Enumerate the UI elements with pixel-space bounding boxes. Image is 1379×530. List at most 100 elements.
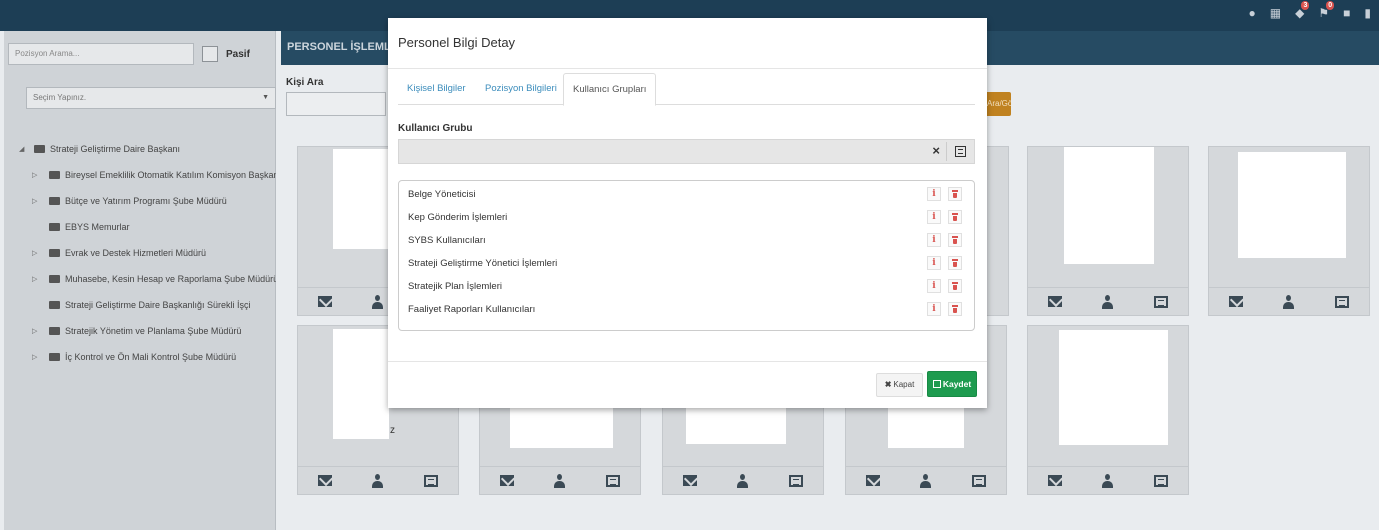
info-icon[interactable]: i: [927, 210, 941, 224]
user-group-list: Belge Yöneticisi i Kep Gönderim İşlemler…: [398, 180, 975, 331]
trash-icon[interactable]: [948, 302, 962, 316]
save-button-label: Kaydet: [942, 379, 972, 389]
redacted-photo: [333, 149, 389, 249]
tree-item-label: Stratejik Yönetim ve Planlama Şube Müdür…: [65, 326, 242, 336]
tree-item-label: Strateji Geliştirme Daire Başkanı: [50, 144, 181, 154]
tree-item-root[interactable]: ◢ Strateji Geliştirme Daire Başkanı: [4, 136, 276, 162]
tree-item[interactable]: ▷ Bütçe ve Yatırım Programı Şube Müdürü: [4, 188, 276, 214]
pasif-checkbox[interactable]: [202, 46, 218, 62]
mail-icon[interactable]: [1229, 296, 1244, 307]
personnel-card[interactable]: [1027, 325, 1189, 495]
comments-icon[interactable]: ◆ 3: [1295, 1, 1310, 20]
stray-text: z: [390, 425, 395, 436]
list-icon[interactable]: [955, 146, 966, 157]
tree-item-label: Bütçe ve Yatırım Programı Şube Müdürü: [65, 196, 227, 206]
more-icon[interactable]: ▮: [1364, 6, 1371, 20]
folder-icon: [34, 145, 45, 153]
select-separator: [946, 142, 947, 161]
caret-right-icon[interactable]: ▷: [32, 197, 37, 205]
tree-item[interactable]: ▷ Evrak ve Destek Hizmetleri Müdürü: [4, 240, 276, 266]
card-footer: [846, 466, 1006, 494]
caret-right-icon[interactable]: ▷: [32, 327, 37, 335]
caret-down-icon[interactable]: ◢: [19, 145, 24, 153]
mail-icon[interactable]: [866, 475, 881, 486]
list-item: Faaliyet Raporları Kullanıcıları i: [399, 299, 974, 322]
top-icon-group: ● ▦ ◆ 3 ⚑ 0 ■ ▮: [1249, 1, 1371, 20]
tree-item[interactable]: ▷ Stratejik Yönetim ve Planlama Şube Müd…: [4, 318, 276, 344]
mail-icon[interactable]: [1048, 296, 1063, 307]
folder-icon: [49, 275, 60, 283]
trash-icon[interactable]: [948, 233, 962, 247]
mail-icon[interactable]: [683, 475, 698, 486]
personnel-card[interactable]: [1027, 146, 1189, 316]
caret-right-icon[interactable]: ▷: [32, 249, 37, 257]
person-search-input[interactable]: [286, 92, 386, 116]
folder-icon: [49, 197, 60, 205]
id-card-icon[interactable]: [423, 474, 438, 487]
list-item: Strateji Geliştirme Yönetici İşlemleri i: [399, 253, 974, 276]
caret-right-icon[interactable]: ▷: [32, 275, 37, 283]
user-icon[interactable]: [737, 473, 749, 488]
id-card-icon[interactable]: [605, 474, 620, 487]
user-icon[interactable]: [372, 294, 384, 309]
modal-footer-divider: [388, 361, 987, 362]
info-icon[interactable]: i: [927, 279, 941, 293]
personnel-photo: [1064, 147, 1154, 264]
personnel-card[interactable]: [1208, 146, 1370, 316]
structure-select[interactable]: Seçim Yapınız. ▼: [26, 87, 276, 109]
mail-icon[interactable]: [1048, 475, 1063, 486]
user-icon[interactable]: [554, 473, 566, 488]
lock-icon[interactable]: ■: [1343, 6, 1350, 20]
info-icon[interactable]: i: [927, 256, 941, 270]
info-icon[interactable]: i: [927, 233, 941, 247]
tab-position-info[interactable]: Pozisyon Bilgileri: [476, 73, 566, 105]
folder-icon: [49, 171, 60, 179]
tab-personal-info[interactable]: Kişisel Bilgiler: [398, 73, 475, 105]
user-icon[interactable]: [920, 473, 932, 488]
caret-right-icon[interactable]: ▷: [32, 171, 37, 179]
id-card-icon[interactable]: [1153, 474, 1168, 487]
user-group-select[interactable]: ×: [398, 139, 975, 164]
tab-user-groups[interactable]: Kullanıcı Grupları: [563, 73, 657, 106]
flag-icon[interactable]: ⚑ 0: [1318, 1, 1335, 20]
info-icon[interactable]: i: [927, 187, 941, 201]
structure-select-value: Seçim Yapınız.: [33, 93, 87, 102]
tree-item[interactable]: ▷ Bireysel Emeklilik Otomatik Katılım Ko…: [4, 162, 276, 188]
messages-badge: 3: [1301, 1, 1310, 10]
user-icon[interactable]: [1102, 294, 1114, 309]
folder-icon: [49, 327, 60, 335]
close-button[interactable]: ✖ Kapat: [876, 373, 923, 397]
tree-item[interactable]: Strateji Geliştirme Daire Başkanlığı Sür…: [4, 292, 276, 318]
user-icon[interactable]: [1102, 473, 1114, 488]
tree-item[interactable]: ▷ İç Kontrol ve Ön Mali Kontrol Şube Müd…: [4, 344, 276, 370]
clear-icon[interactable]: ×: [932, 144, 940, 158]
caret-right-icon[interactable]: ▷: [32, 353, 37, 361]
id-card-icon[interactable]: [1334, 295, 1349, 308]
trash-icon[interactable]: [948, 279, 962, 293]
info-icon[interactable]: i: [927, 302, 941, 316]
list-item: Kep Gönderim İşlemleri i: [399, 207, 974, 230]
tree-item-label: Strateji Geliştirme Daire Başkanlığı Sür…: [65, 300, 251, 310]
trash-icon[interactable]: [948, 187, 962, 201]
calendar-icon[interactable]: ▦: [1270, 6, 1281, 20]
id-card-icon[interactable]: [788, 474, 803, 487]
globe-icon[interactable]: ●: [1249, 6, 1256, 20]
search-button[interactable]: Ara/Gönder: [985, 92, 1011, 116]
trash-icon[interactable]: [948, 210, 962, 224]
modal-header-divider: [388, 68, 987, 69]
position-search-input[interactable]: Pozisyon Arama...: [8, 43, 194, 65]
user-icon[interactable]: [372, 473, 384, 488]
card-footer: [663, 466, 823, 494]
trash-icon[interactable]: [948, 256, 962, 270]
card-footer: [1028, 466, 1188, 494]
save-button[interactable]: Kaydet: [927, 371, 977, 397]
id-card-icon[interactable]: [971, 474, 986, 487]
mail-icon[interactable]: [318, 296, 333, 307]
tree-item[interactable]: EBYS Memurlar: [4, 214, 276, 240]
user-icon[interactable]: [1283, 294, 1295, 309]
mail-icon[interactable]: [500, 475, 515, 486]
mail-icon[interactable]: [318, 475, 333, 486]
list-item: SYBS Kullanıcıları i: [399, 230, 974, 253]
tree-item[interactable]: ▷ Muhasebe, Kesin Hesap ve Raporlama Şub…: [4, 266, 276, 292]
id-card-icon[interactable]: [1153, 295, 1168, 308]
